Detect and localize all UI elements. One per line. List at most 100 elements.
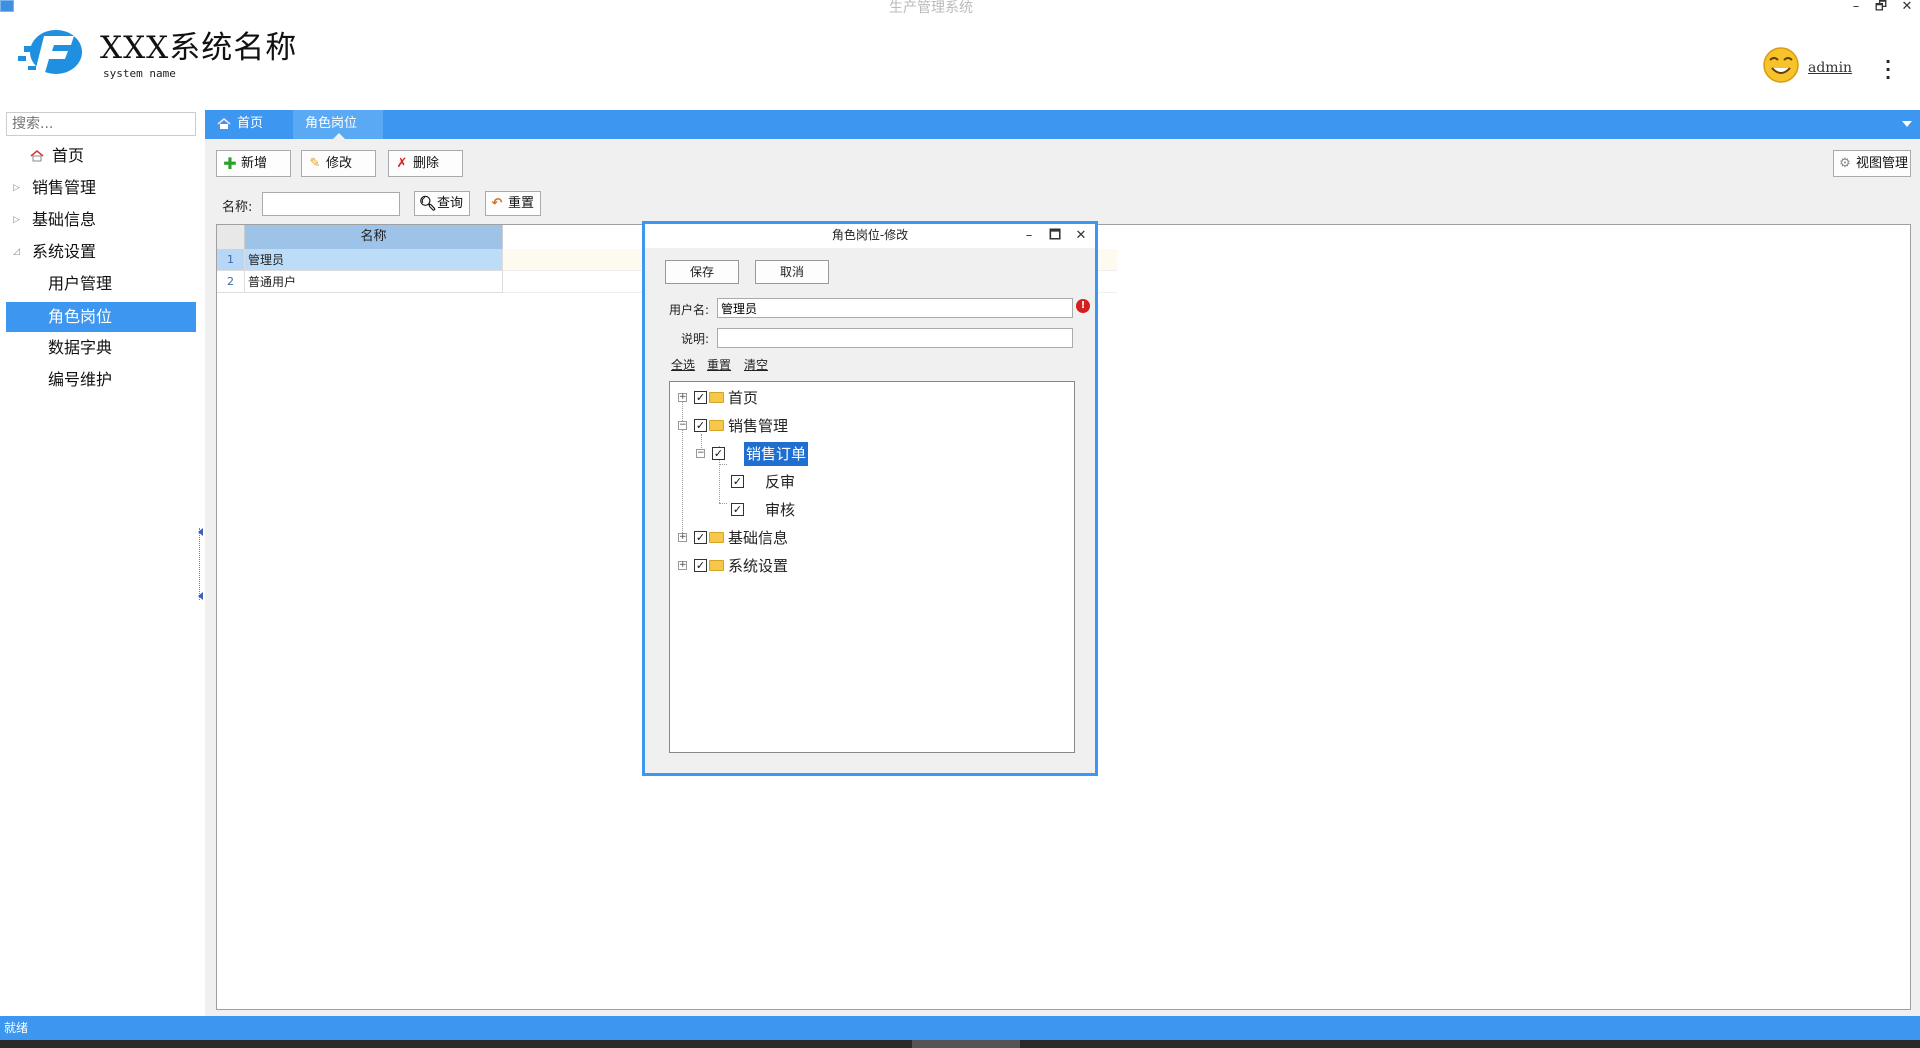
username-label: 用户名: <box>668 303 709 317</box>
username-field[interactable] <box>717 298 1073 318</box>
query-label: 查询 <box>437 196 464 211</box>
system-name: XXX系统名称 <box>100 30 298 66</box>
filter-name-label: 名称: <box>222 200 253 215</box>
window-title: 生产管理系统 <box>889 0 973 16</box>
tree-node-label[interactable]: 反审 <box>763 470 797 494</box>
view-manage-label: 视图管理 <box>1856 156 1909 171</box>
chevron-down-icon: ◿ <box>13 247 20 257</box>
restore-button[interactable]: 🗗 <box>1870 0 1892 16</box>
minimize-button[interactable]: – <box>1845 0 1867 16</box>
edit-label: 修改 <box>326 156 353 171</box>
add-button[interactable]: ✚ 新增 <box>216 150 291 177</box>
cancel-button[interactable]: 取消 <box>755 260 829 284</box>
collapse-minus-icon[interactable]: − <box>678 421 687 430</box>
sidebar-item-user-management[interactable]: 用户管理 <box>6 269 196 299</box>
dialog-minimize-button[interactable]: – <box>1019 226 1039 246</box>
grid-column-header[interactable]: 名称 <box>245 225 503 249</box>
tree-node-label[interactable]: 基础信息 <box>726 526 790 550</box>
tree-node-label[interactable]: 审核 <box>763 498 797 522</box>
row-cell-name[interactable]: 管理员 <box>245 249 503 271</box>
sidebar-item-label: 基础信息 <box>32 210 97 229</box>
tree-node-label[interactable]: 销售管理 <box>726 414 790 438</box>
permission-tree: + ✓ 首页 − ✓ 销售管理 − ✓ 销售订单 ✓ 反审 ✓ 审核 + ✓ 基… <box>669 381 1075 753</box>
tree-checkbox[interactable]: ✓ <box>731 475 744 488</box>
row-cell-name[interactable]: 普通用户 <box>245 271 503 293</box>
status-bar: 就绪 <box>0 1016 1920 1040</box>
tree-checkbox[interactable]: ✓ <box>694 531 707 544</box>
folder-icon <box>709 392 724 403</box>
save-button[interactable]: 保存 <box>665 260 739 284</box>
tree-node-unapprove: ✓ 反审 <box>670 470 870 494</box>
sidebar-item-label: 系统设置 <box>32 242 97 261</box>
sidebar-item-roles[interactable]: 角色岗位 <box>6 302 196 332</box>
gear-icon: ⚙ <box>1839 155 1851 171</box>
tree-checkbox[interactable]: ✓ <box>731 503 744 516</box>
delete-icon: ✗ <box>396 155 408 171</box>
avatar-icon[interactable] <box>1762 46 1800 84</box>
home-icon <box>217 117 231 129</box>
query-button[interactable]: 🔍︎查询 <box>414 191 470 216</box>
clear-link[interactable]: 清空 <box>744 356 768 373</box>
user-link[interactable]: admin <box>1808 60 1852 76</box>
expand-plus-icon[interactable]: + <box>678 393 687 402</box>
dialog-maximize-button[interactable]: 🗖︎ <box>1045 226 1065 246</box>
tab-dropdown-icon[interactable] <box>1902 121 1912 127</box>
expand-plus-icon[interactable]: + <box>678 561 687 570</box>
tree-checkbox[interactable]: ✓ <box>694 419 707 432</box>
reset-icon: ↶ <box>491 195 503 211</box>
tree-checkbox[interactable]: ✓ <box>712 447 725 460</box>
sidebar-item-home[interactable]: 首页 <box>6 141 196 171</box>
sidebar-item-label: 首页 <box>52 146 85 165</box>
sidebar-item-sales[interactable]: ▷ 销售管理 <box>6 173 196 203</box>
edit-button[interactable]: ✎ 修改 <box>301 150 376 177</box>
sidebar-item-label: 销售管理 <box>32 178 97 197</box>
taskbar-item[interactable] <box>912 1040 1020 1048</box>
tree-checkbox[interactable]: ✓ <box>694 559 707 572</box>
collapse-left-icon[interactable] <box>198 592 203 600</box>
taskbar <box>0 1040 1920 1048</box>
sidebar-item-number-maintenance[interactable]: 编号维护 <box>6 365 196 395</box>
tab-home[interactable]: 首页 <box>211 110 291 139</box>
sidebar-item-data-dictionary[interactable]: 数据字典 <box>6 333 196 363</box>
window-titlebar: 生产管理系统 – 🗗 ✕ <box>0 0 1920 16</box>
tab-roles[interactable]: 角色岗位 <box>293 110 383 139</box>
tab-label: 角色岗位 <box>305 116 358 131</box>
description-label: 说明: <box>680 332 709 346</box>
description-field[interactable] <box>717 328 1073 348</box>
logo-icon <box>18 30 82 76</box>
reset-label: 重置 <box>508 196 535 211</box>
collapse-left-icon[interactable] <box>198 528 203 536</box>
filter-name-input[interactable] <box>262 192 400 216</box>
sidebar-item-label: 角色岗位 <box>48 307 113 326</box>
close-window-button[interactable]: ✕ <box>1896 0 1918 16</box>
home-icon <box>30 150 44 162</box>
dialog-close-button[interactable]: ✕ <box>1071 226 1091 246</box>
tree-checkbox[interactable]: ✓ <box>694 391 707 404</box>
tab-bar: 首页 角色岗位 <box>205 110 1920 139</box>
add-label: 新增 <box>241 156 268 171</box>
delete-button[interactable]: ✗ 删除 <box>388 150 463 177</box>
tree-node-label[interactable]: 销售订单 <box>744 442 809 466</box>
sidebar-item-system-settings[interactable]: ◿ 系统设置 <box>6 237 196 267</box>
row-number: 2 <box>217 271 245 293</box>
reset-link[interactable]: 重置 <box>707 356 731 373</box>
view-manage-button[interactable]: ⚙ 视图管理 <box>1833 150 1911 177</box>
chevron-right-icon: ▷ <box>13 183 20 193</box>
tree-node-label[interactable]: 首页 <box>726 386 760 410</box>
edit-role-dialog: 角色岗位-修改 – 🗖︎ ✕ 保存 取消 用户名: ! 说明: 全选 重置 清空… <box>642 221 1098 776</box>
folder-icon <box>709 420 724 431</box>
tree-node-approve: ✓ 审核 <box>670 498 870 522</box>
expand-plus-icon[interactable]: + <box>678 533 687 542</box>
search-input[interactable] <box>6 112 196 136</box>
select-all-link[interactable]: 全选 <box>671 356 695 373</box>
folder-icon <box>709 560 724 571</box>
splitter-handle[interactable] <box>198 528 204 600</box>
tree-node-label[interactable]: 系统设置 <box>726 554 790 578</box>
sidebar-item-basic-info[interactable]: ▷ 基础信息 <box>6 205 196 235</box>
tree-node-basic-info: + ✓ 基础信息 <box>670 526 870 550</box>
collapse-minus-icon[interactable]: − <box>696 449 705 458</box>
reset-button[interactable]: ↶ 重置 <box>485 191 541 216</box>
more-icon[interactable]: · · · <box>1884 54 1892 86</box>
folder-icon <box>709 532 724 543</box>
tab-pointer <box>333 133 345 139</box>
